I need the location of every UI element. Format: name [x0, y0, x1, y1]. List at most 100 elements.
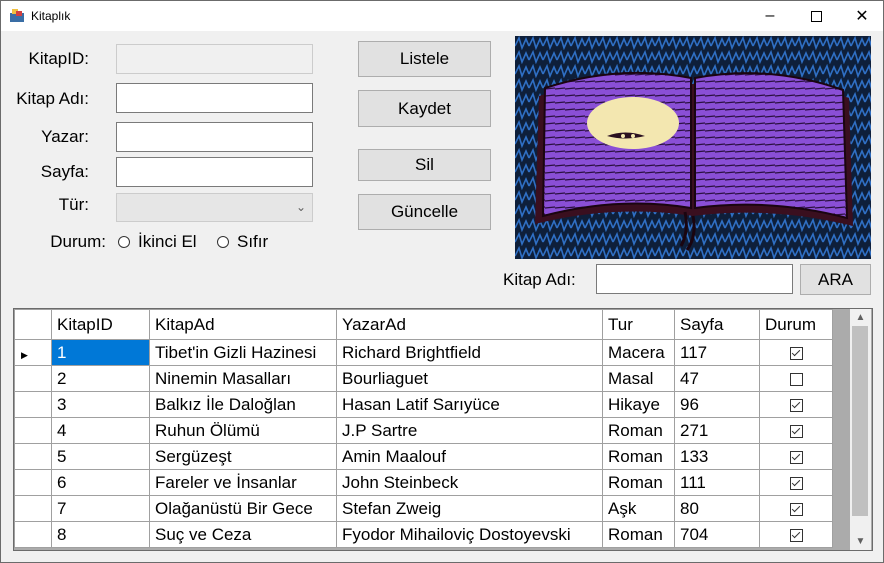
table-row[interactable]: 8 Suç ve Ceza Fyodor Mihailoviç Dostoyevsk… — [14, 521, 833, 548]
row-header[interactable] — [14, 469, 52, 496]
cell-durum[interactable] — [759, 443, 833, 470]
cell-yazarad[interactable]: John Steinbeck — [336, 469, 603, 496]
row-header[interactable] — [14, 521, 52, 548]
column-header-kitapid[interactable]: KitapID — [51, 309, 150, 340]
kitap-adi-field[interactable] — [116, 83, 313, 113]
column-header-durum[interactable]: Durum — [759, 309, 833, 340]
cell-kitapid[interactable]: 7 — [51, 495, 150, 522]
minimize-button[interactable]: – — [747, 1, 793, 31]
column-header-tur[interactable]: Tur — [602, 309, 675, 340]
maximize-button[interactable] — [793, 1, 839, 31]
cell-yazarad[interactable]: J.P Sartre — [336, 417, 603, 444]
cell-sayfa[interactable]: 117 — [674, 339, 760, 366]
table-row[interactable]: 5 Sergüzeşt Amin Maalouf Roman 133 — [14, 443, 833, 470]
radio-ikinci-el[interactable]: İkinci El — [118, 232, 197, 252]
cell-kitapad[interactable]: Olağanüstü Bir Gece — [149, 495, 337, 522]
search-input[interactable] — [596, 264, 793, 294]
cell-tur[interactable]: Aşk — [602, 495, 675, 522]
cell-sayfa[interactable]: 704 — [674, 521, 760, 548]
cell-sayfa[interactable]: 47 — [674, 365, 760, 392]
durum-checkbox[interactable] — [789, 372, 803, 386]
cell-kitapad[interactable]: Fareler ve İnsanlar — [149, 469, 337, 496]
cell-kitapad[interactable]: Tibet'in Gizli Hazinesi — [149, 339, 337, 366]
vertical-scrollbar[interactable]: ▲ ▼ — [850, 309, 871, 550]
row-header[interactable] — [14, 417, 52, 444]
column-header-yazarad[interactable]: YazarAd — [336, 309, 603, 340]
cell-sayfa[interactable]: 271 — [674, 417, 760, 444]
cell-durum[interactable] — [759, 495, 833, 522]
cell-kitapid[interactable]: 3 — [51, 391, 150, 418]
scroll-thumb[interactable] — [852, 326, 868, 516]
column-header-kitapad[interactable]: KitapAd — [149, 309, 337, 340]
cell-kitapad[interactable]: Ninemin Masalları — [149, 365, 337, 392]
title-bar[interactable]: Kitaplık – ✕ — [1, 1, 883, 31]
cell-tur[interactable]: Macera — [602, 339, 675, 366]
durum-checkbox[interactable] — [789, 476, 803, 490]
cell-kitapid[interactable]: 1 — [51, 339, 150, 366]
books-datagrid[interactable]: KitapID KitapAd YazarAd Tur Sayfa Durum … — [13, 308, 873, 551]
ara-button[interactable]: ARA — [800, 264, 871, 295]
cell-kitapid[interactable]: 6 — [51, 469, 150, 496]
row-header[interactable] — [14, 443, 52, 470]
table-row[interactable]: 2 Ninemin Masalları Bourliaguet Masal 47 — [14, 365, 833, 392]
kaydet-button[interactable]: Kaydet — [358, 90, 491, 127]
column-header-sayfa[interactable]: Sayfa — [674, 309, 760, 340]
row-header[interactable] — [14, 365, 52, 392]
durum-checkbox[interactable] — [789, 450, 803, 464]
cell-tur[interactable]: Roman — [602, 521, 675, 548]
cell-tur[interactable]: Roman — [602, 443, 675, 470]
row-header[interactable] — [14, 495, 52, 522]
cell-tur[interactable]: Hikaye — [602, 391, 675, 418]
cell-durum[interactable] — [759, 521, 833, 548]
table-row[interactable]: 6 Fareler ve İnsanlar John Steinbeck Roman 1… — [14, 469, 833, 496]
table-row[interactable]: ▶ 1 Tibet'in Gizli Hazinesi Richard Brightf… — [14, 339, 833, 366]
cell-durum[interactable] — [759, 339, 833, 366]
chevron-down-icon[interactable]: ⌄ — [296, 200, 306, 214]
sil-button[interactable]: Sil — [358, 149, 491, 181]
cell-kitapad[interactable]: Ruhun Ölümü — [149, 417, 337, 444]
cell-yazarad[interactable]: Fyodor Mihailoviç Dostoyevski — [336, 521, 603, 548]
guncelle-button[interactable]: Güncelle — [358, 194, 491, 230]
kitapid-field[interactable] — [116, 44, 313, 74]
close-button[interactable]: ✕ — [839, 1, 884, 31]
cell-durum[interactable] — [759, 469, 833, 496]
cell-yazarad[interactable]: Amin Maalouf — [336, 443, 603, 470]
cell-kitapad[interactable]: Suç ve Ceza — [149, 521, 337, 548]
cell-kitapad[interactable]: Balkız İle Daloğlan — [149, 391, 337, 418]
sayfa-field[interactable] — [116, 157, 313, 187]
yazar-field[interactable] — [116, 122, 313, 152]
cell-durum[interactable] — [759, 391, 833, 418]
durum-checkbox[interactable] — [789, 424, 803, 438]
scroll-down-icon[interactable]: ▼ — [850, 533, 871, 550]
cell-durum[interactable] — [759, 417, 833, 444]
table-row[interactable]: 7 Olağanüstü Bir Gece Stefan Zweig Aşk 80 — [14, 495, 833, 522]
radio-sifir[interactable]: Sıfır — [217, 232, 268, 252]
cell-kitapad[interactable]: Sergüzeşt — [149, 443, 337, 470]
row-header[interactable]: ▶ — [14, 339, 52, 366]
cell-yazarad[interactable]: Bourliaguet — [336, 365, 603, 392]
cell-yazarad[interactable]: Hasan Latif Sarıyüce — [336, 391, 603, 418]
table-row[interactable]: 3 Balkız İle Daloğlan Hasan Latif Sarıyüce… — [14, 391, 833, 418]
cell-sayfa[interactable]: 96 — [674, 391, 760, 418]
cell-sayfa[interactable]: 133 — [674, 443, 760, 470]
cell-yazarad[interactable]: Richard Brightfield — [336, 339, 603, 366]
cell-durum[interactable] — [759, 365, 833, 392]
cell-tur[interactable]: Roman — [602, 469, 675, 496]
tur-combobox[interactable]: ⌄ — [116, 193, 313, 222]
listele-button[interactable]: Listele — [358, 41, 491, 77]
durum-checkbox[interactable] — [789, 528, 803, 542]
cell-kitapid[interactable]: 2 — [51, 365, 150, 392]
cell-sayfa[interactable]: 111 — [674, 469, 760, 496]
cell-tur[interactable]: Roman — [602, 417, 675, 444]
durum-checkbox[interactable] — [789, 398, 803, 412]
scroll-up-icon[interactable]: ▲ — [850, 309, 871, 326]
table-row[interactable]: 4 Ruhun Ölümü J.P Sartre Roman 271 — [14, 417, 833, 444]
cell-tur[interactable]: Masal — [602, 365, 675, 392]
durum-checkbox[interactable] — [789, 502, 803, 516]
cell-yazarad[interactable]: Stefan Zweig — [336, 495, 603, 522]
cell-kitapid[interactable]: 5 — [51, 443, 150, 470]
cell-sayfa[interactable]: 80 — [674, 495, 760, 522]
row-header[interactable] — [14, 391, 52, 418]
cell-kitapid[interactable]: 8 — [51, 521, 150, 548]
durum-checkbox[interactable] — [789, 346, 803, 360]
